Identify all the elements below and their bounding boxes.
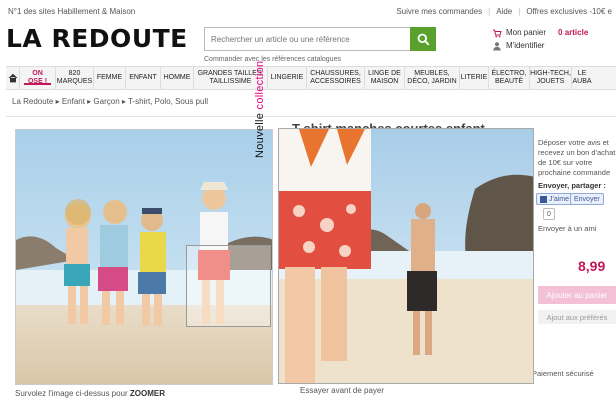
add-to-favorites-button[interactable]: Ajout aux préférés (538, 310, 616, 324)
new-label-word: Nouvelle (254, 109, 266, 158)
try-before-pay[interactable]: Essayer avant de payer (300, 386, 384, 395)
user-icon (493, 41, 501, 50)
search-icon (417, 33, 430, 46)
tagline: N°1 des sites Habillement & Maison (8, 7, 136, 16)
nav-item-enfant[interactable]: ENFANT (126, 67, 161, 89)
nav-item-literie[interactable]: LITERIE (460, 67, 489, 89)
review-promo[interactable]: Déposer votre avis et recevez un bon d'a… (538, 138, 616, 178)
like-button[interactable]: J'aime (536, 193, 574, 205)
top-bar: N°1 des sites Habillement & Maison Suivr… (0, 0, 616, 20)
login-label: M'identifier (506, 41, 545, 50)
nav-item-electro[interactable]: ÉLECTRO, BEAUTÉ (489, 67, 530, 89)
login-link[interactable]: M'identifier (492, 39, 588, 52)
share-label: Envoyer, partager : (538, 181, 606, 190)
cart-label: Mon panier (506, 28, 547, 37)
cart-icon (493, 29, 502, 37)
divider (6, 116, 616, 117)
nav-item-marques[interactable]: 820 MARQUES (56, 67, 94, 89)
nav-item-meubles[interactable]: MEUBLES, DÉCO, JARDIN (405, 67, 460, 89)
product-price: 8,99 (578, 258, 606, 274)
search-box (204, 27, 436, 51)
like-count: 0 (543, 208, 555, 220)
nav-item-high-tech[interactable]: HIGH-TECH, JOUETS (530, 67, 572, 89)
zoom-hint: Survolez l'image ci-dessus pour ZOOMER (15, 389, 166, 398)
breadcrumb[interactable]: La Redoute ▸ Enfant ▸ Garçon ▸ T-shirt, … (12, 97, 208, 106)
nav-item-linge-maison[interactable]: LINGE DE MAISON (365, 67, 405, 89)
cart-area: Mon panier 0 article M'identifier (492, 26, 588, 52)
nav-item-homme[interactable]: HOMME (161, 67, 194, 89)
search-input[interactable] (205, 28, 410, 50)
zoom-lens[interactable] (186, 245, 271, 327)
new-collection-label: Nouvelle collection (254, 61, 266, 158)
zoom-view (278, 128, 534, 384)
track-orders-link[interactable]: Suivre mes commandes (396, 7, 482, 16)
send-button[interactable]: Envoyer (570, 193, 604, 205)
nav-home[interactable] (6, 67, 20, 89)
home-icon (8, 73, 17, 83)
catalog-order-link[interactable]: Commander avec les références catalogues (204, 56, 341, 63)
zoomed-image (279, 129, 533, 383)
add-to-cart-button[interactable]: Ajouter au panier (538, 286, 616, 304)
site-logo[interactable]: LA REDOUTE (6, 24, 188, 53)
main-nav: ON OSE ! 820 MARQUES FEMME ENFANT HOMME … (6, 66, 616, 90)
separator: | (518, 7, 521, 16)
secure-payment: Paiement sécurisé (532, 369, 594, 378)
help-link[interactable]: Aide (496, 7, 512, 16)
nav-item-femme[interactable]: FEMME (94, 67, 126, 89)
search-button[interactable] (410, 27, 436, 51)
nav-item-lingerie[interactable]: LINGERIE (268, 67, 307, 89)
facebook-icon (540, 195, 547, 203)
collection-label-word: collection (254, 60, 266, 110)
nav-item-chaussures[interactable]: CHAUSSURES, ACCESSOIRES (307, 67, 365, 89)
separator: | (488, 7, 491, 16)
exclusive-offers-link[interactable]: Offres exclusives -10€ e (526, 7, 612, 16)
nav-item-on-ose[interactable]: ON OSE ! (20, 67, 56, 89)
cart-link[interactable]: Mon panier 0 article (492, 26, 588, 39)
send-to-friend-link[interactable]: Envoyer à un ami (538, 224, 596, 233)
nav-item-aubaines[interactable]: LE AUBA (572, 67, 592, 89)
cart-count: 0 article (558, 28, 589, 37)
